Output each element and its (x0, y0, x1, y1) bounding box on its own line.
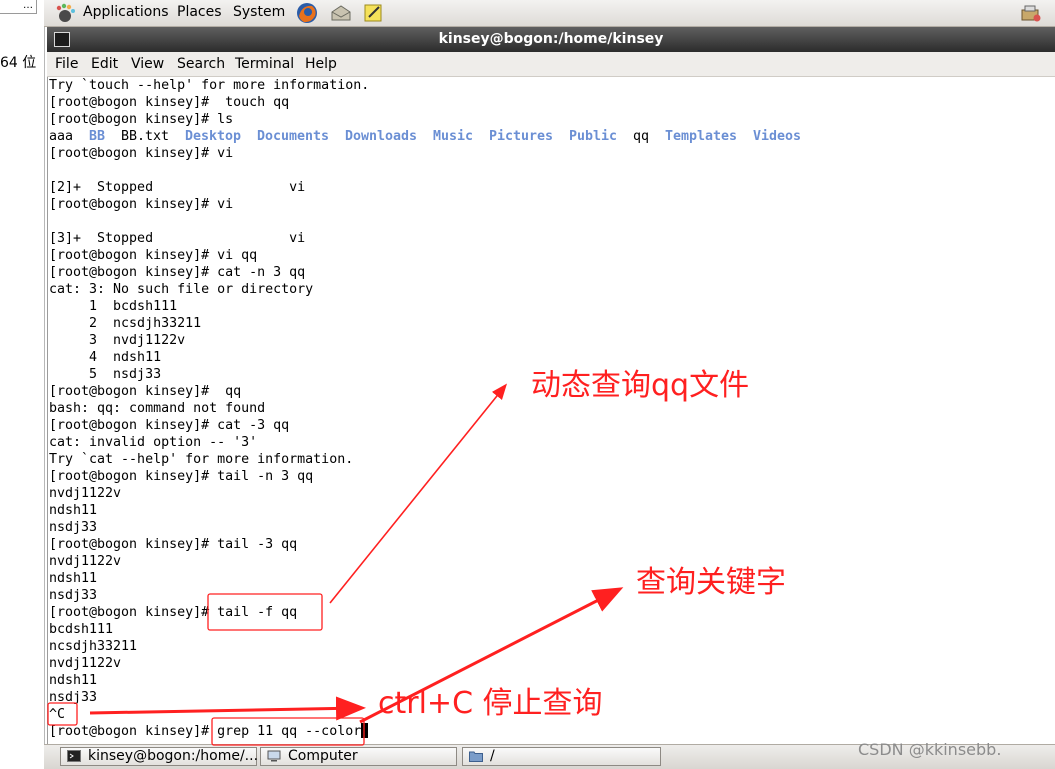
menu-edit[interactable]: Edit (91, 56, 118, 72)
taskbar-folder[interactable]: / (462, 747, 661, 766)
ls-directory: Public (569, 129, 618, 144)
terminal-output[interactable]: Try `touch --help' for more information.… (47, 77, 1055, 744)
terminal-line: [root@bogon kinsey]# vi qq (49, 248, 258, 263)
command-text: [root@bogon kinsey]# grep 11 qq --color (49, 724, 362, 739)
network-icon[interactable] (1020, 2, 1042, 24)
annotation-keyword-query: 查询关键字 (636, 565, 786, 600)
menu-terminal[interactable]: Terminal (235, 56, 294, 72)
window-titlebar[interactable]: kinsey@bogon:/home/kinsey (47, 27, 1055, 52)
terminal-line: nsdj33 (49, 520, 98, 535)
terminal-line: 1 bcdsh111 (49, 299, 178, 314)
terminal-line: nvdj1122v (49, 486, 122, 501)
gnome-foot-icon[interactable] (54, 2, 76, 24)
annotation-dynamic-query: 动态查询qq文件 (531, 368, 750, 403)
terminal-line: [root@bogon kinsey]# cat -3 qq (49, 418, 290, 433)
terminal-line: cat: invalid option -- '3' (49, 435, 258, 450)
terminal-line: ndsh11 (49, 503, 98, 518)
terminal-line: bcdsh111 (49, 622, 114, 637)
computer-icon (267, 750, 281, 762)
ls-directory: Desktop (185, 129, 242, 144)
menu-view[interactable]: View (131, 56, 164, 72)
window-title: kinsey@bogon:/home/kinsey (438, 31, 664, 47)
terminal-menubar: File Edit View Search Terminal Help (47, 52, 1055, 77)
taskbar-terminal[interactable]: kinsey@bogon:/home/... (60, 747, 259, 766)
ls-directory: BB (89, 129, 106, 144)
ls-directory: Pictures (489, 129, 554, 144)
ls-directory: Music (433, 129, 474, 144)
terminal-line: [root@bogon kinsey]# touch qq (49, 95, 290, 110)
terminal-line: [root@bogon kinsey]# ls (49, 112, 234, 127)
terminal-line: ndsh11 (49, 673, 98, 688)
menu-file[interactable]: File (55, 56, 78, 72)
terminal-line: Try `touch --help' for more information. (49, 78, 370, 93)
terminal-line: nsdj33 (49, 588, 98, 603)
ls-directory: Videos (753, 129, 802, 144)
annotation-stop-query: ctrl+C 停止查询 (378, 686, 603, 721)
background-dropdown[interactable]: … (0, 0, 37, 14)
terminal-line: [root@bogon kinsey]# cat -n 3 qq (49, 265, 306, 280)
top-panel: Applications Places System (44, 0, 1055, 27)
watermark: CSDN @kkinsebb. (858, 740, 1002, 759)
terminal-line: [root@bogon kinsey]# tail -3 qq (49, 537, 298, 552)
terminal-line: [2]+ Stopped vi (49, 180, 306, 195)
menu-search[interactable]: Search (177, 56, 225, 72)
terminal-line: 2 ncsdjh33211 (49, 316, 202, 331)
applications-menu[interactable]: Applications (83, 4, 169, 20)
notes-icon[interactable] (362, 2, 384, 24)
folder-icon (469, 751, 483, 762)
terminal-line: ^C (49, 707, 66, 722)
terminal-line: [root@bogon kinsey]# vi (49, 146, 234, 161)
system-menu[interactable]: System (233, 4, 285, 20)
email-icon[interactable] (330, 2, 352, 24)
terminal-line: cat: 3: No such file or directory (49, 282, 314, 297)
ls-directory: Documents (257, 129, 330, 144)
taskbar-label: kinsey@bogon:/home/... (88, 748, 259, 764)
terminal-line: [root@bogon kinsey]# grep 11 qq --color (49, 723, 369, 740)
ls-file: aaa (49, 129, 74, 144)
terminal-line: 4 ndsh11 (49, 350, 162, 365)
terminal-line: bash: qq: command not found (49, 401, 266, 416)
ls-file: BB.txt (121, 129, 170, 144)
terminal-line: [root@bogon kinsey]# qq (49, 384, 242, 399)
taskbar-label: / (490, 748, 495, 764)
terminal-line: [root@bogon kinsey]# tail -f qq (49, 605, 298, 620)
ls-directory: Downloads (345, 129, 418, 144)
terminal-line: nvdj1122v (49, 554, 122, 569)
taskbar-computer[interactable]: Computer (260, 747, 457, 766)
terminal-line: [root@bogon kinsey]# tail -n 3 qq (49, 469, 314, 484)
firefox-icon[interactable] (296, 2, 318, 24)
terminal-line: [3]+ Stopped vi (49, 231, 306, 246)
background-window-strip: … 64 位 (0, 0, 45, 768)
text-cursor (361, 723, 369, 738)
taskbar-label: Computer (288, 748, 358, 764)
terminal-line: ncsdjh33211 (49, 639, 138, 654)
ls-directory: Templates (665, 129, 738, 144)
ls-file: qq (633, 129, 650, 144)
terminal-line: nsdj33 (49, 690, 98, 705)
terminal-icon (67, 750, 81, 762)
background-text-fragment: 64 位 (0, 55, 37, 71)
terminal-line: ndsh11 (49, 571, 98, 586)
terminal-line: [root@bogon kinsey]# vi (49, 197, 234, 212)
terminal-line: nvdj1122v (49, 656, 122, 671)
terminal-line: 5 nsdj33 (49, 367, 162, 382)
terminal-line: Try `cat --help' for more information. (49, 452, 354, 467)
menu-help[interactable]: Help (305, 56, 337, 72)
places-menu[interactable]: Places (177, 4, 222, 20)
terminal-line: 3 nvdj1122v (49, 333, 186, 348)
